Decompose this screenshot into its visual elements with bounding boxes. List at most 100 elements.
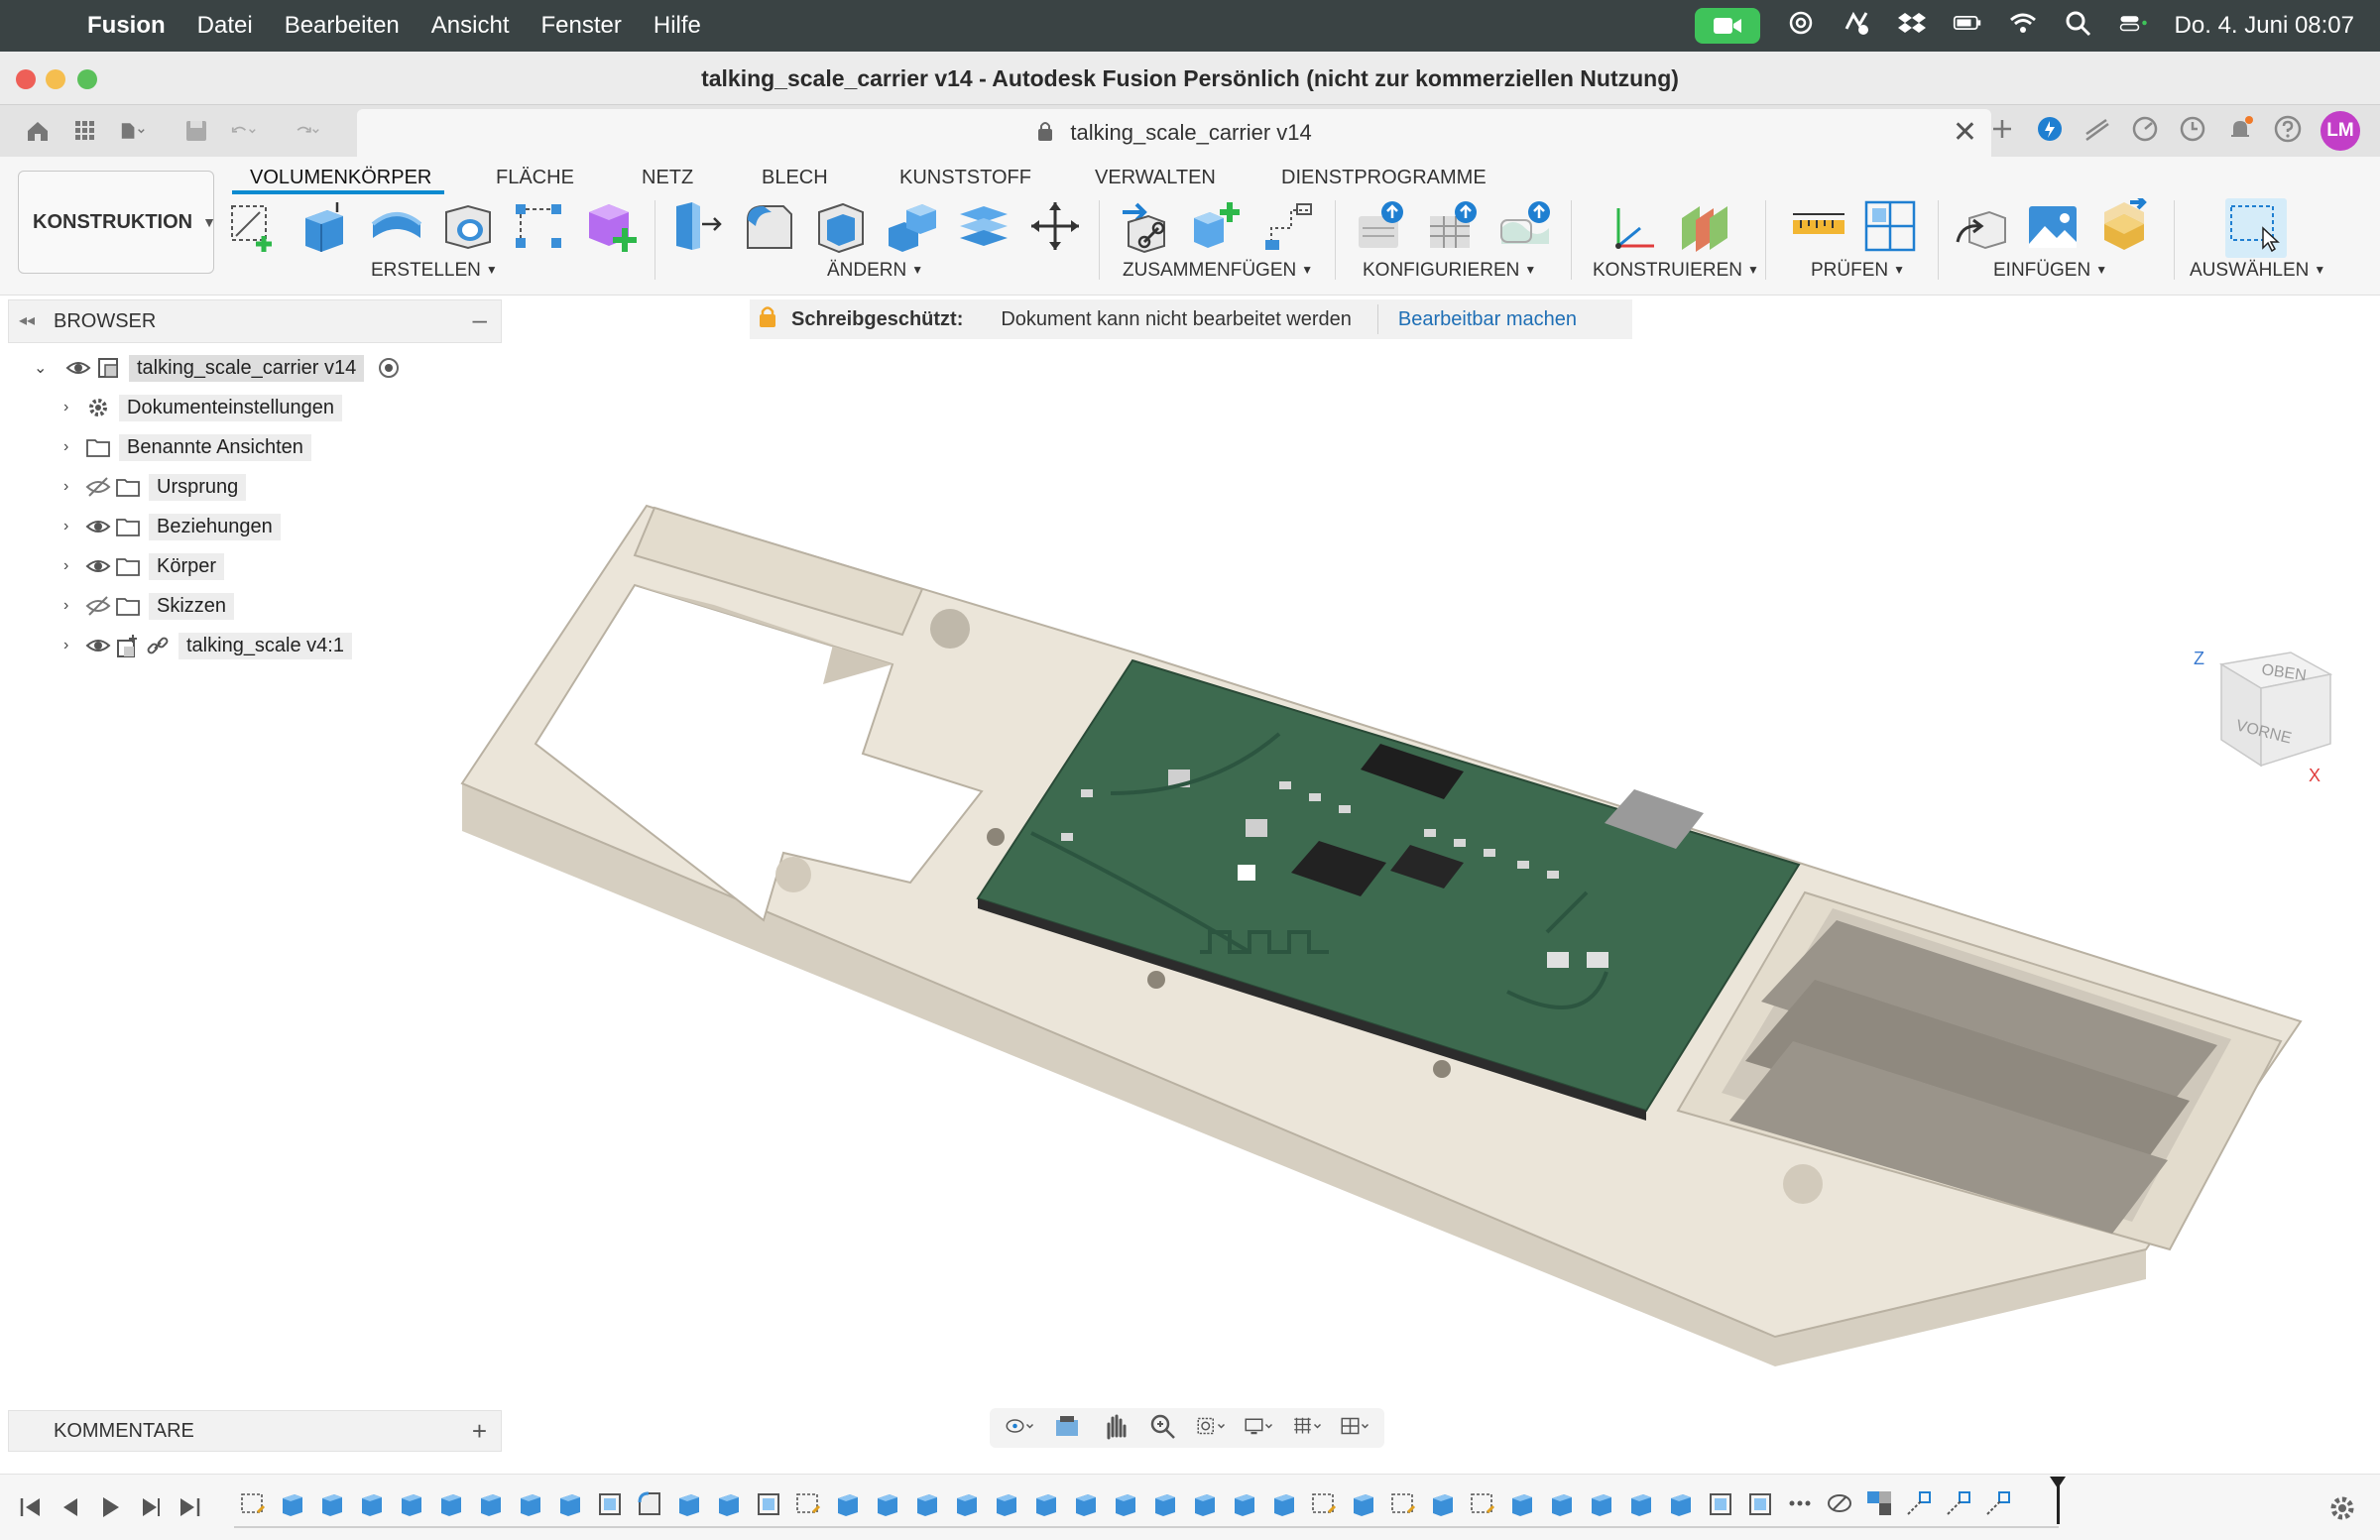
tree-root-label[interactable]: talking_scale_carrier v14 xyxy=(129,354,365,382)
tab-volumenkoerper[interactable]: VOLUMENKÖRPER xyxy=(250,161,431,194)
openai-icon[interactable] xyxy=(1786,9,1816,44)
timeline-extrude-feature-icon[interactable] xyxy=(1507,1488,1537,1518)
tree-item-koerper[interactable]: › Körper xyxy=(63,549,225,583)
dropbox-icon[interactable] xyxy=(1897,9,1927,44)
replace-face-tool-icon[interactable] xyxy=(956,198,1012,254)
timeline-shell-feature-icon[interactable] xyxy=(1706,1488,1735,1518)
window-select-tool-icon[interactable] xyxy=(2225,198,2287,258)
chevron-right-icon[interactable]: › xyxy=(63,637,83,654)
menu-datei[interactable]: Datei xyxy=(197,12,253,40)
activate-radio-icon[interactable] xyxy=(374,353,404,383)
spotlight-search-icon[interactable] xyxy=(2064,9,2093,44)
tree-item-talking-scale-component[interactable]: › talking_scale v4:1 xyxy=(63,629,352,662)
timeline-extrude-feature-icon[interactable] xyxy=(714,1488,744,1518)
timeline-fillet-feature-icon[interactable] xyxy=(635,1488,664,1518)
canvas-viewport[interactable]: OBEN VORNE Z X xyxy=(0,297,2380,1408)
timeline-extrude-feature-icon[interactable] xyxy=(476,1488,506,1518)
timeline-shell-feature-icon[interactable] xyxy=(754,1488,783,1518)
joint-tool-icon[interactable] xyxy=(1119,198,1174,254)
zoom-window-button[interactable] xyxy=(77,69,97,89)
timeline-sketch-feature-icon[interactable] xyxy=(1309,1488,1339,1518)
minimize-window-button[interactable] xyxy=(46,69,65,89)
motion-link-tool-icon[interactable] xyxy=(1261,198,1317,254)
timeline-extrude-feature-icon[interactable] xyxy=(674,1488,704,1518)
eye-hidden-icon[interactable] xyxy=(83,472,113,502)
comments-panel[interactable]: KOMMENTARE + xyxy=(8,1410,502,1452)
display-settings-icon[interactable] xyxy=(1244,1412,1273,1445)
job-status-icon[interactable] xyxy=(2082,114,2112,149)
section-analysis-tool-icon[interactable] xyxy=(1862,198,1918,254)
timeline-last-icon[interactable] xyxy=(175,1492,204,1522)
control-center-icon[interactable] xyxy=(2119,9,2149,44)
as-built-joint-tool-icon[interactable] xyxy=(1190,198,1246,254)
menubar-clock[interactable]: Do. 4. Juni 08:07 xyxy=(2175,12,2354,40)
home-icon[interactable] xyxy=(24,115,52,147)
configure-rule-tool-icon[interactable] xyxy=(1497,198,1553,254)
timeline-extrude-feature-icon[interactable] xyxy=(1626,1488,1656,1518)
timeline-extrude-feature-icon[interactable] xyxy=(952,1488,982,1518)
history-clock-icon[interactable] xyxy=(2178,114,2207,149)
configure-design-tool-icon[interactable] xyxy=(1355,198,1410,254)
timeline-move-feature-icon[interactable] xyxy=(1944,1488,1973,1518)
timeline-insert-feature-icon[interactable] xyxy=(1864,1488,1894,1518)
grid-snap-icon[interactable] xyxy=(1292,1412,1322,1445)
create-sketch-tool-icon[interactable] xyxy=(226,198,282,254)
measure-tool-icon[interactable] xyxy=(1791,198,1846,254)
insert-mcmaster-part-icon[interactable] xyxy=(2096,194,2152,254)
tree-item-skizzen[interactable]: › Skizzen xyxy=(63,589,235,623)
timeline-group-feature-icon[interactable] xyxy=(1785,1488,1815,1518)
timeline-track[interactable] xyxy=(234,1526,2059,1528)
insert-derive-tool-icon[interactable] xyxy=(1954,198,2009,254)
extrude-tool-icon[interactable] xyxy=(298,198,353,254)
timeline-extrude-feature-icon[interactable] xyxy=(1428,1488,1458,1518)
group-konfigurieren[interactable]: KONFIGURIEREN ▼ xyxy=(1363,260,1536,282)
chevron-right-icon[interactable]: › xyxy=(63,557,83,575)
tab-blech[interactable]: BLECH xyxy=(762,161,828,194)
timeline-sketch-feature-icon[interactable] xyxy=(793,1488,823,1518)
group-pruefen[interactable]: PRÜFEN ▼ xyxy=(1811,260,1905,282)
timeline-sketch-feature-icon[interactable] xyxy=(1388,1488,1418,1518)
minimize-panel-icon[interactable]: – xyxy=(473,298,487,340)
tab-kunststoff[interactable]: KUNSTSTOFF xyxy=(899,161,1031,194)
document-tab[interactable]: talking_scale_carrier v14 ✕ xyxy=(357,109,1991,157)
group-auswaehlen[interactable]: AUSWÄHLEN ▼ xyxy=(2190,260,2325,282)
timeline-play-icon[interactable] xyxy=(95,1492,125,1522)
move-copy-tool-icon[interactable] xyxy=(1027,198,1083,254)
timeline-shell-feature-icon[interactable] xyxy=(595,1488,625,1518)
tree-root-item[interactable]: ⌄ talking_scale_carrier v14 xyxy=(34,351,404,385)
group-einfuegen[interactable]: EINFÜGEN ▼ xyxy=(1993,260,2107,282)
timeline-extrude-feature-icon[interactable] xyxy=(1111,1488,1140,1518)
timeline-extrude-feature-icon[interactable] xyxy=(1230,1488,1259,1518)
3d-model-render[interactable] xyxy=(0,297,2380,1408)
timeline-extrude-feature-icon[interactable] xyxy=(1666,1488,1696,1518)
timeline-extrude-feature-icon[interactable] xyxy=(833,1488,863,1518)
combine-tool-icon[interactable] xyxy=(885,198,940,254)
timeline-joint-feature-icon[interactable] xyxy=(1825,1488,1854,1518)
tree-item-dokumenteinstellungen[interactable]: › Dokumenteinstellungen xyxy=(63,391,343,424)
construction-axis-tool-icon[interactable] xyxy=(1606,198,1662,254)
zoom-icon[interactable] xyxy=(1148,1412,1178,1445)
group-erstellen[interactable]: ERSTELLEN ▼ xyxy=(371,260,498,282)
timeline-extrude-feature-icon[interactable] xyxy=(397,1488,426,1518)
collapse-panel-icon[interactable]: ◂◂ xyxy=(19,300,35,342)
chevron-right-icon[interactable]: › xyxy=(63,438,83,456)
eye-icon[interactable] xyxy=(83,631,113,660)
chevron-right-icon[interactable]: › xyxy=(63,478,83,496)
eye-icon[interactable] xyxy=(63,353,93,383)
browser-panel-header[interactable]: ◂◂ BROWSER – xyxy=(8,299,502,343)
tree-item-ursprung[interactable]: › Ursprung xyxy=(63,470,247,504)
extensions-icon[interactable] xyxy=(2035,114,2065,149)
fillet-tool-icon[interactable] xyxy=(742,198,797,254)
timeline-extrude-feature-icon[interactable] xyxy=(357,1488,387,1518)
timeline-extrude-feature-icon[interactable] xyxy=(436,1488,466,1518)
timeline-shell-feature-icon[interactable] xyxy=(1745,1488,1775,1518)
tab-verwalten[interactable]: VERWALTEN xyxy=(1095,161,1216,194)
timeline-settings-gear-icon[interactable] xyxy=(2326,1492,2358,1524)
chevron-right-icon[interactable]: › xyxy=(63,399,83,416)
timeline-first-icon[interactable] xyxy=(16,1492,46,1522)
close-window-button[interactable] xyxy=(16,69,36,89)
timeline-extrude-feature-icon[interactable] xyxy=(1071,1488,1101,1518)
timeline-extrude-feature-icon[interactable] xyxy=(1349,1488,1378,1518)
eye-icon[interactable] xyxy=(83,551,113,581)
offset-plane-tool-icon[interactable] xyxy=(1678,198,1733,254)
